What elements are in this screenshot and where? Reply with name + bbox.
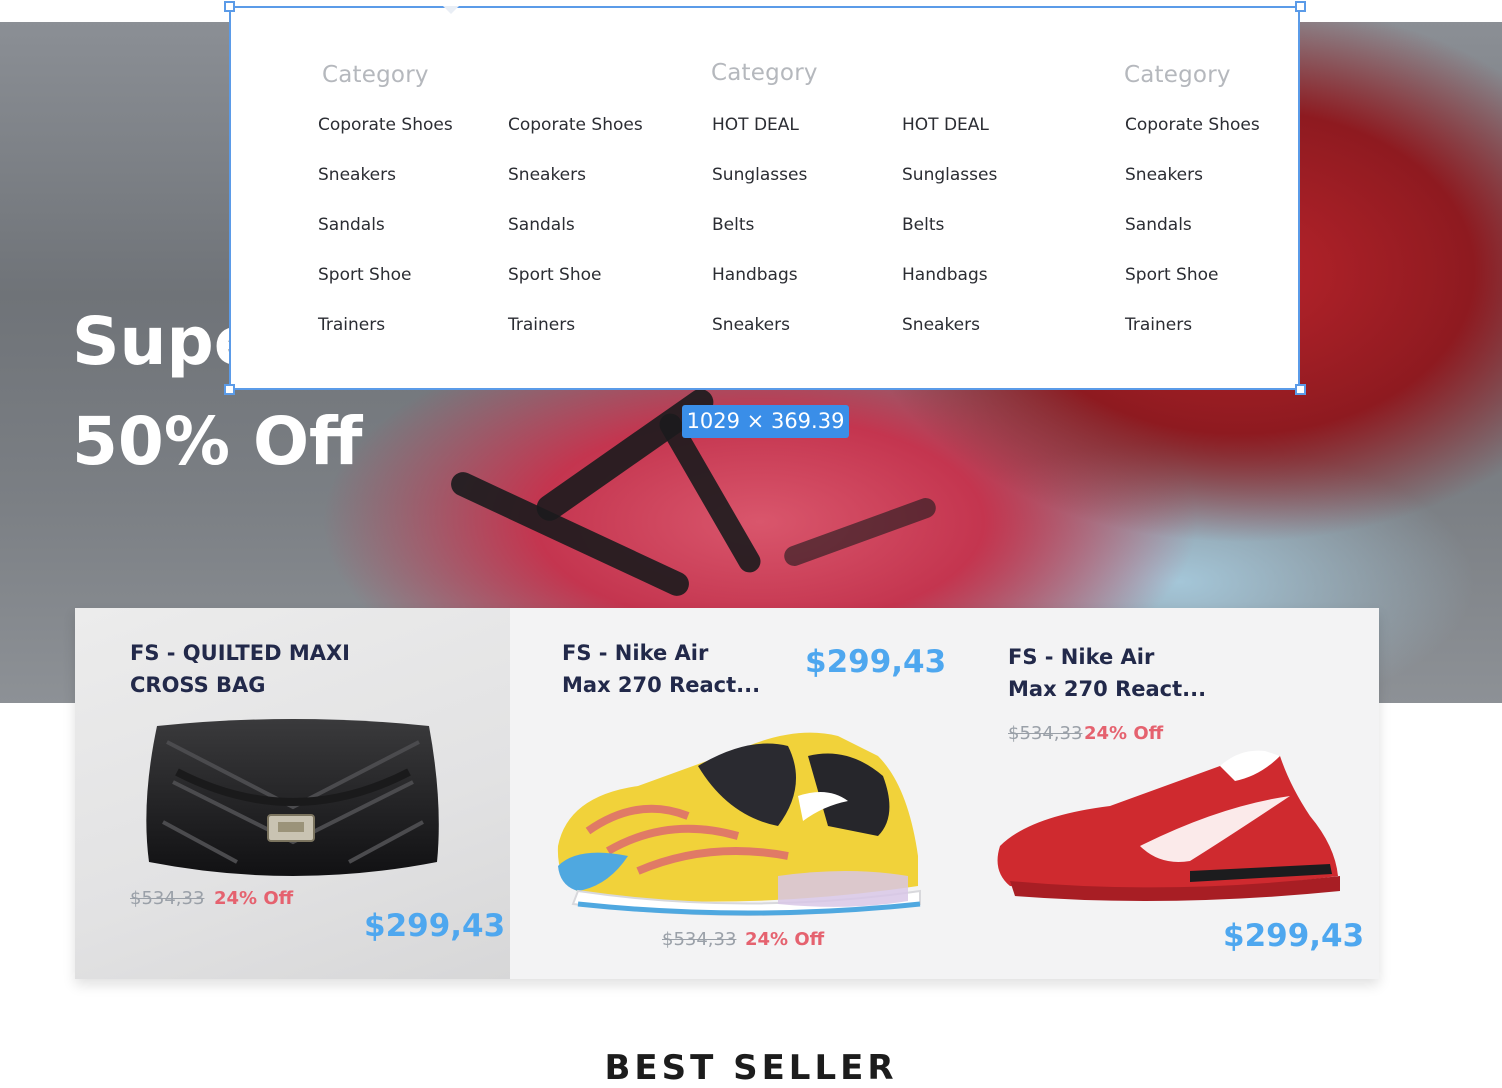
menu-item[interactable]: Belts xyxy=(902,208,997,258)
resize-handle-bottom-left[interactable] xyxy=(224,384,235,395)
menu-item[interactable]: Sunglasses xyxy=(902,158,997,208)
product-title-line: FS - Nike Air xyxy=(562,641,709,665)
original-price: $534,33 xyxy=(130,888,205,909)
menu-item[interactable]: Handbags xyxy=(712,258,807,308)
sale-price: $299,43 xyxy=(1223,918,1365,954)
product-title-line: FS - QUILTED MAXI xyxy=(130,641,350,665)
menu-item[interactable]: Sandals xyxy=(1125,208,1260,258)
dropdown-caret-icon xyxy=(443,6,459,14)
product-title: FS - QUILTED MAXI CROSS BAG xyxy=(130,637,350,701)
menu-item[interactable]: HOT DEAL xyxy=(712,108,807,158)
resize-handle-bottom-right[interactable] xyxy=(1295,384,1306,395)
product-title-line: FS - Nike Air xyxy=(1008,645,1155,669)
product-title: FS - Nike Air Max 270 React... xyxy=(1008,641,1206,705)
menu-item[interactable]: HOT DEAL xyxy=(902,108,997,158)
menu-item[interactable]: Sandals xyxy=(508,208,643,258)
red-running-shoe-image xyxy=(997,750,1340,901)
menu-item[interactable]: Sunglasses xyxy=(712,158,807,208)
category-heading: Category xyxy=(711,60,818,86)
menu-item[interactable]: Sneakers xyxy=(712,308,807,358)
menu-item[interactable]: Sandals xyxy=(318,208,453,258)
sale-price: $299,43 xyxy=(364,908,506,944)
product-title-line: Max 270 React... xyxy=(562,673,761,697)
resize-handle-top-left[interactable] xyxy=(224,1,235,12)
featured-products: FS - QUILTED MAXI CROSS BAG $534,33 24% … xyxy=(75,608,1379,979)
menu-item[interactable]: Sneakers xyxy=(1125,158,1260,208)
product-title-line: Max 270 React... xyxy=(1008,677,1207,701)
menu-item[interactable]: Sport Shoe xyxy=(318,258,453,308)
mega-menu-dropdown[interactable]: Category Category Category Coporate Shoe… xyxy=(229,6,1300,390)
resize-handle-top-right[interactable] xyxy=(1295,1,1306,12)
menu-item[interactable]: Sneakers xyxy=(508,158,643,208)
menu-item[interactable]: Belts xyxy=(712,208,807,258)
category-heading: Category xyxy=(322,62,429,88)
menu-item[interactable]: Trainers xyxy=(318,308,453,358)
sale-price: $299,43 xyxy=(805,644,947,680)
original-price: $534,33 xyxy=(662,929,737,950)
menu-item[interactable]: Sport Shoe xyxy=(508,258,643,308)
menu-column-4: HOT DEAL Sunglasses Belts Handbags Sneak… xyxy=(902,108,997,358)
menu-item[interactable]: Coporate Shoes xyxy=(318,108,453,158)
shoe-lace-decor xyxy=(781,495,939,569)
menu-item[interactable]: Handbags xyxy=(902,258,997,308)
menu-item[interactable]: Trainers xyxy=(508,308,643,358)
multicolor-sneaker-image xyxy=(557,732,921,916)
quilted-bag-image xyxy=(146,719,439,876)
menu-column-5: Coporate Shoes Sneakers Sandals Sport Sh… xyxy=(1125,108,1260,358)
product-card[interactable]: FS - QUILTED MAXI CROSS BAG $534,33 24% … xyxy=(75,608,510,979)
menu-item[interactable]: Sneakers xyxy=(902,308,997,358)
menu-item[interactable]: Sport Shoe xyxy=(1125,258,1260,308)
menu-item[interactable]: Coporate Shoes xyxy=(508,108,643,158)
product-title: FS - Nike Air Max 270 React... xyxy=(562,637,760,701)
discount-label: 24% Off xyxy=(745,929,825,950)
original-price: $534,33 xyxy=(1008,723,1083,744)
menu-column-1: Coporate Shoes Sneakers Sandals Sport Sh… xyxy=(318,108,453,358)
best-seller-heading: BEST SELLER xyxy=(604,1048,898,1088)
menu-item[interactable]: Coporate Shoes xyxy=(1125,108,1260,158)
menu-item[interactable]: Sneakers xyxy=(318,158,453,208)
product-card[interactable]: FS - Nike Air Max 270 React... $534,33 2… xyxy=(950,608,1379,979)
category-heading: Category xyxy=(1124,62,1231,88)
dimension-badge: 1029 × 369.39 xyxy=(682,405,849,438)
menu-column-3: HOT DEAL Sunglasses Belts Handbags Sneak… xyxy=(712,108,807,358)
product-title-line: CROSS BAG xyxy=(130,673,266,697)
discount-label: 24% Off xyxy=(1084,723,1164,744)
hero-discount-text: 50% Off xyxy=(72,403,363,480)
product-card[interactable]: FS - Nike Air Max 270 React... $299,43 $… xyxy=(510,608,950,979)
menu-column-2: Coporate Shoes Sneakers Sandals Sport Sh… xyxy=(508,108,643,358)
menu-item[interactable]: Trainers xyxy=(1125,308,1260,358)
discount-label: 24% Off xyxy=(214,888,294,909)
